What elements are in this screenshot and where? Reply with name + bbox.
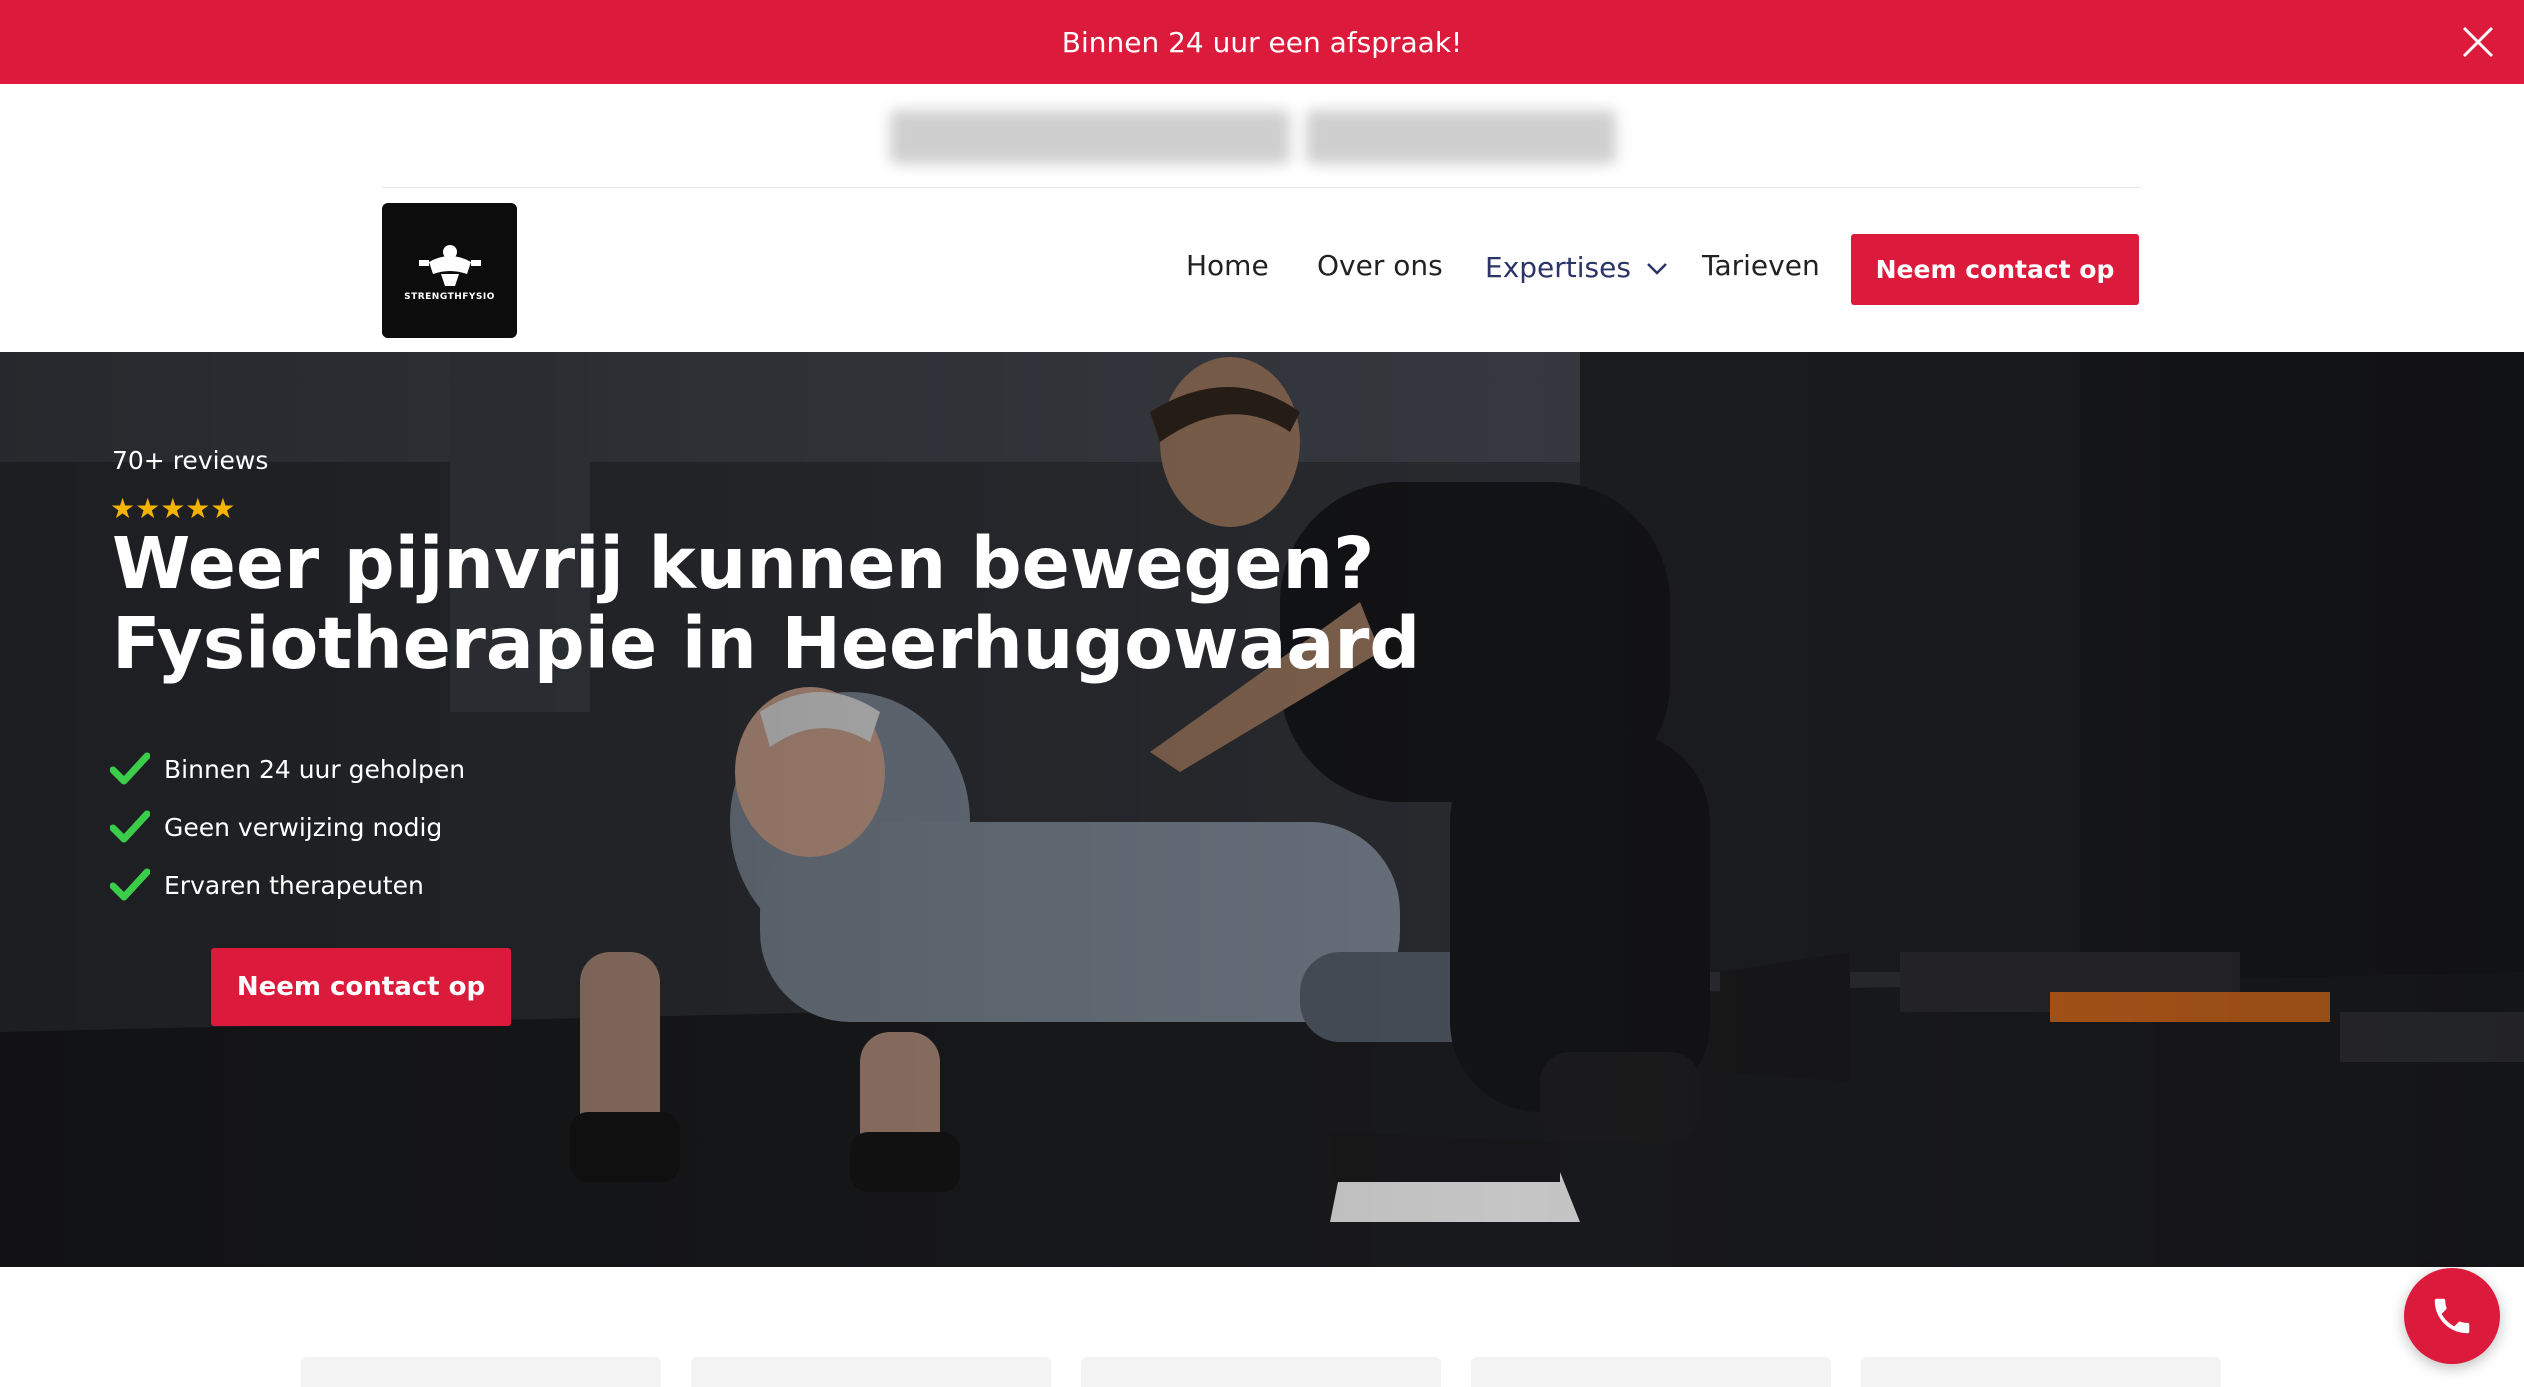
benefit-text: Binnen 24 uur geholpen (164, 754, 466, 784)
check-icon (110, 810, 150, 843)
card[interactable] (691, 1357, 1051, 1387)
announcement-text: Binnen 24 uur een afspraak! (1061, 25, 1463, 59)
blurred-banner (890, 110, 1630, 164)
nav-expertises-label: Expertises (1485, 251, 1631, 284)
list-item: Binnen 24 uur geholpen (110, 740, 465, 798)
hero-title-line1: Weer pijnvrij kunnen bewegen? (112, 522, 1375, 605)
benefits-list: Binnen 24 uur geholpen Geen verwijzing n… (110, 740, 465, 914)
close-icon[interactable] (2456, 20, 2500, 64)
rating-stars: ★★★★★ (110, 492, 236, 525)
list-item: Ervaren therapeuten (110, 856, 465, 914)
phone-icon (2434, 1298, 2470, 1334)
hero-contact-button[interactable]: Neem contact op (211, 948, 511, 1026)
cards-row (301, 1357, 2221, 1387)
card[interactable] (1861, 1357, 2221, 1387)
phone-button[interactable] (2404, 1268, 2500, 1364)
chevron-down-icon (1646, 263, 1667, 275)
check-icon (110, 752, 150, 785)
header-divider (382, 187, 2140, 188)
benefit-text: Geen verwijzing nodig (164, 812, 443, 842)
card[interactable] (301, 1357, 661, 1387)
hero-section: 70+ reviews ★★★★★ Weer pijnvrij kunnen b… (0, 352, 2524, 1267)
logo-text: STRENGTHFYSIO (404, 291, 495, 302)
logo-emblem-icon (418, 244, 481, 286)
nav-tarieven[interactable]: Tarieven (1702, 249, 1820, 282)
nav-contact-button[interactable]: Neem contact op (1851, 234, 2139, 305)
card[interactable] (1081, 1357, 1441, 1387)
reviews-count: 70+ reviews (112, 446, 269, 475)
nav-over-ons[interactable]: Over ons (1317, 249, 1443, 282)
nav-expertises[interactable]: Expertises (1485, 251, 1668, 284)
card[interactable] (1471, 1357, 1831, 1387)
hero-title: Weer pijnvrij kunnen bewegen? Fysiothera… (112, 524, 1512, 684)
benefit-text: Ervaren therapeuten (164, 870, 424, 900)
announcement-bar: Binnen 24 uur een afspraak! (0, 0, 2524, 84)
list-item: Geen verwijzing nodig (110, 798, 465, 856)
nav-home[interactable]: Home (1186, 249, 1269, 282)
check-icon (110, 868, 150, 901)
logo[interactable]: STRENGTHFYSIO (382, 203, 517, 338)
hero-title-line2: Fysiotherapie in Heerhugowaard (112, 602, 1421, 685)
